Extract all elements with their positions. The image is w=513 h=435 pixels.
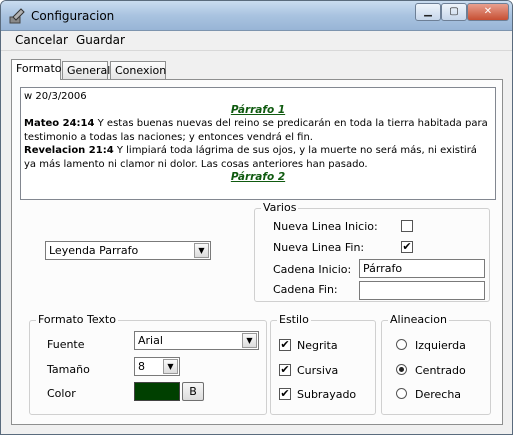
radio-derecha[interactable]	[396, 388, 407, 399]
config-window: Configuracion ▁ ▢ ✕ Cancelar Guardar For…	[0, 0, 513, 435]
menu-cancelar[interactable]: Cancelar	[15, 33, 68, 47]
negrita-checkbox[interactable]: ✔	[279, 339, 291, 351]
chevron-down-icon[interactable]: ▼	[242, 333, 257, 348]
verse-1-ref: Mateo 24:14	[24, 118, 95, 129]
tab-general[interactable]: General	[62, 61, 110, 79]
preview-box[interactable]: w 20/3/2006 Párrafo 1 Mateo 24:14 Y esta…	[20, 87, 496, 200]
color-swatch	[134, 382, 180, 401]
derecha-label: Derecha	[415, 388, 462, 401]
tab-formato[interactable]: Formato	[11, 59, 62, 80]
maximize-button[interactable]: ▢	[441, 3, 467, 21]
cadena-inicio-label: Cadena Inicio:	[273, 263, 352, 276]
formato-panel: w 20/3/2006 Párrafo 1 Mateo 24:14 Y esta…	[11, 79, 503, 425]
preview-heading-2: Párrafo 2	[230, 171, 286, 183]
estilo-title: Estilo	[277, 313, 311, 326]
minimize-button[interactable]: ▁	[415, 3, 441, 21]
cursiva-label: Cursiva	[297, 364, 339, 377]
fuente-label: Fuente	[47, 338, 85, 351]
varios-title: Varios	[261, 201, 299, 214]
menu-bar: Cancelar Guardar	[1, 31, 512, 51]
preview-date: w 20/3/2006	[24, 91, 87, 102]
radio-izquierda[interactable]	[396, 339, 407, 350]
alineacion-title: Alineacion	[388, 313, 449, 326]
chevron-down-icon[interactable]: ▼	[163, 359, 178, 374]
tamano-label: Tamaño	[47, 363, 90, 376]
nueva-linea-fin-checkbox[interactable]: ✔	[401, 241, 413, 253]
preview-verse-2: Revelacion 21:4 Y limpiará toda lágrima …	[24, 144, 492, 171]
tab-conexion[interactable]: Conexion	[110, 61, 166, 79]
negrita-label: Negrita	[297, 339, 338, 352]
formato-texto-group: Formato Texto Fuente Arial ▼ Tamaño 8 ▼ …	[29, 313, 267, 415]
nueva-linea-inicio-checkbox[interactable]	[401, 220, 413, 232]
color-label: Color	[47, 387, 76, 400]
varios-group: Varios Nueva Linea Inicio: Nueva Linea F…	[254, 201, 490, 302]
cursiva-checkbox[interactable]: ✔	[279, 364, 291, 376]
window-title: Configuracion	[31, 9, 115, 23]
preview-verse-1: Mateo 24:14 Y estas buenas nuevas del re…	[24, 117, 492, 144]
title-bar[interactable]: Configuracion ▁ ▢ ✕	[1, 1, 512, 31]
element-select-value: Leyenda Parrafo	[49, 244, 139, 257]
app-icon	[9, 8, 25, 24]
radio-centrado[interactable]	[396, 364, 407, 375]
fuente-select[interactable]: Arial ▼	[134, 331, 259, 350]
chevron-down-icon[interactable]: ▼	[194, 243, 209, 258]
verse-2-ref: Revelacion 21:4	[24, 145, 114, 156]
menu-guardar[interactable]: Guardar	[76, 33, 125, 47]
alineacion-group: Alineacion Izquierda Centrado Derecha	[381, 313, 491, 415]
fuente-value: Arial	[138, 334, 163, 347]
centrado-label: Centrado	[415, 364, 466, 377]
element-select[interactable]: Leyenda Parrafo ▼	[45, 241, 211, 260]
cadena-inicio-input[interactable]: Párrafo	[359, 259, 485, 278]
tamano-value: 8	[138, 360, 145, 373]
subrayado-label: Subrayado	[297, 388, 357, 401]
subrayado-checkbox[interactable]: ✔	[279, 388, 291, 400]
cadena-fin-label: Cadena Fin:	[273, 283, 338, 296]
formato-texto-title: Formato Texto	[36, 313, 118, 326]
verse-1-text: Y estas buenas nuevas del reino se predi…	[24, 118, 488, 143]
izquierda-label: Izquierda	[415, 339, 466, 352]
nueva-linea-fin-label: Nueva Linea Fin:	[273, 241, 365, 254]
cadena-fin-input[interactable]	[359, 281, 485, 300]
close-button[interactable]: ✕	[467, 3, 509, 21]
tamano-select[interactable]: 8 ▼	[134, 357, 180, 376]
nueva-linea-inicio-label: Nueva Linea Inicio:	[273, 220, 378, 233]
color-picker-button[interactable]: B	[182, 382, 204, 401]
preview-heading-1: Párrafo 1	[230, 103, 286, 116]
estilo-group: Estilo ✔ Negrita ✔ Cursiva ✔ Subrayado	[270, 313, 376, 415]
